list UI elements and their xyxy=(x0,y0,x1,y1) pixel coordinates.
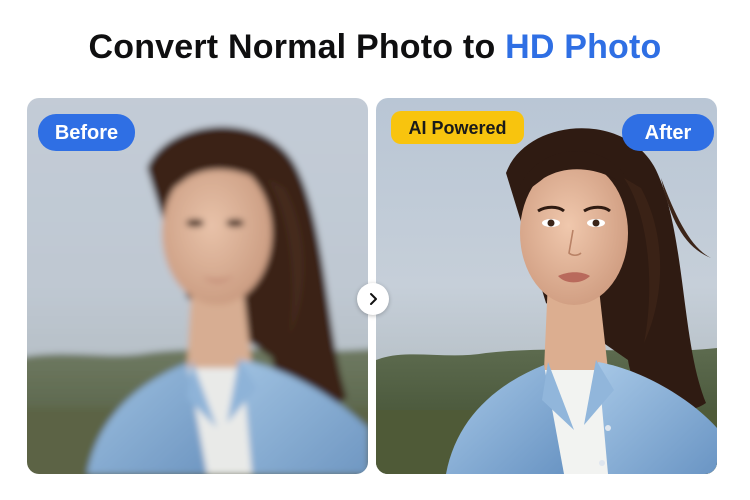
compare-slider-handle[interactable] xyxy=(357,283,389,315)
after-badge: After xyxy=(622,114,714,151)
chevron-right-icon xyxy=(370,293,377,305)
before-badge: Before xyxy=(38,114,135,151)
ai-powered-badge: AI Powered xyxy=(391,111,524,144)
page-title: Convert Normal Photo to HD Photo xyxy=(0,28,750,67)
title-plain: Convert Normal Photo to xyxy=(88,28,506,66)
title-accent: HD Photo xyxy=(505,28,662,66)
after-photo xyxy=(376,98,717,474)
before-photo xyxy=(27,98,368,474)
comparison-page: Convert Normal Photo to HD Photo Before … xyxy=(0,0,750,500)
